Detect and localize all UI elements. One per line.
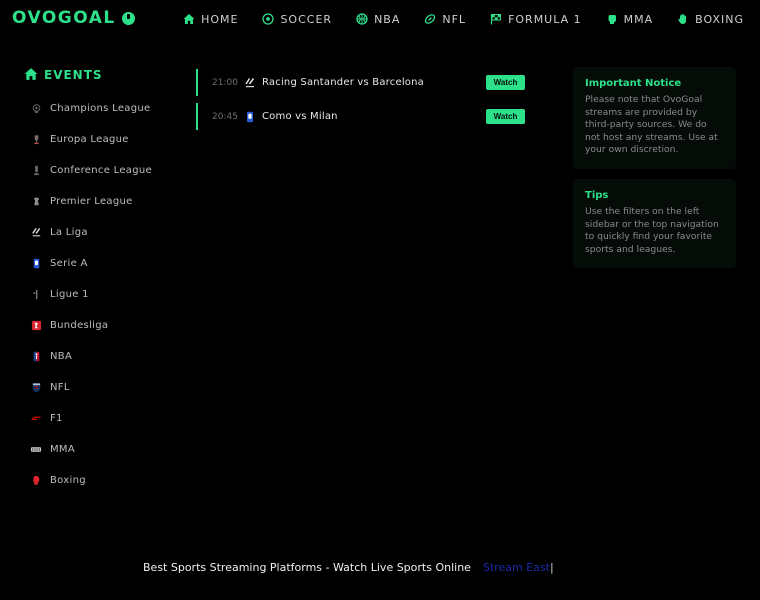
tips-text: Use the filters on the left sidebar or t… (585, 206, 719, 255)
conference-league-icon (30, 165, 42, 177)
la-liga-icon (244, 77, 256, 89)
sidebar-item-label: Boxing (50, 475, 86, 486)
logo-ball-icon (121, 11, 135, 25)
boxing-icon (30, 475, 42, 487)
nav-boxing-label: BOXING (695, 12, 744, 26)
europa-league-icon (30, 134, 42, 146)
event-name: Como vs Milan (262, 111, 338, 122)
watch-button[interactable]: Watch (486, 109, 525, 124)
sidebar-item-bundesliga[interactable]: Bundesliga (24, 310, 184, 341)
football-icon (424, 13, 436, 25)
home-icon (24, 66, 38, 85)
sidebar-item-label: F1 (50, 413, 63, 424)
sidebar-item-label: Conference League (50, 165, 152, 176)
serie-a-icon (244, 111, 256, 123)
sidebar-item-label: NFL (50, 382, 70, 393)
sidebar-item-label: MMA (50, 444, 75, 455)
footer-heading: Best Sports Streaming Platforms - Watch … (143, 561, 471, 574)
sidebar-item-label: Europa League (50, 134, 129, 145)
sidebar-item-label: NBA (50, 351, 73, 362)
sidebar-item-la-liga[interactable]: La Liga (24, 217, 184, 248)
event-time: 20:45 (212, 111, 238, 122)
logo[interactable]: OVOGOAL (12, 8, 135, 28)
mma-icon (30, 444, 42, 456)
important-notice-title: Important Notice (585, 78, 682, 89)
footer-separator: | (549, 561, 554, 574)
sidebar-item-nba[interactable]: NBA (24, 341, 184, 372)
serie-a-icon (30, 258, 42, 270)
sidebar-item-label: Ligue 1 (50, 289, 89, 300)
nav-soccer[interactable]: SOCCER (262, 13, 332, 26)
sidebar-item-conference-league[interactable]: Conference League (24, 155, 184, 186)
sidebar-item-f1[interactable]: F1 (24, 403, 184, 434)
sidebar-item-premier-league[interactable]: Premier League (24, 186, 184, 217)
sidebar-item-champions-league[interactable]: Champions League (24, 93, 184, 124)
sidebar-title: EVENTS (44, 68, 103, 82)
nav-formula-1-label: FORMULA 1 (508, 12, 582, 26)
nba-icon (30, 351, 42, 363)
important-notice-text: Please note that OvoGoal streams are pro… (585, 94, 718, 155)
nav-soccer-label: SOCCER (280, 12, 333, 26)
la-liga-icon (30, 227, 42, 239)
ligue-1-icon (30, 289, 42, 301)
sidebar-item-nfl[interactable]: NFL (24, 372, 184, 403)
f1-icon (30, 413, 42, 425)
nav-nfl-label: NFL (442, 12, 467, 26)
nav-boxing[interactable]: BOXING (677, 13, 744, 26)
sidebar-item-ligue-1[interactable]: Ligue 1 (24, 279, 184, 310)
home-icon (183, 13, 195, 25)
nav-nfl[interactable]: NFL (424, 13, 466, 26)
nav-formula-1[interactable]: FORMULA 1 (490, 13, 582, 26)
fist-icon (606, 13, 618, 25)
event-row[interactable]: 21:00 Racing Santander vs Barcelona Watc… (196, 69, 531, 96)
sidebar-item-label: Premier League (50, 196, 133, 207)
nav-mma[interactable]: MMA (606, 13, 654, 26)
sidebar-item-label: Champions League (50, 103, 151, 114)
sidebar-item-mma[interactable]: MMA (24, 434, 184, 465)
nav-home[interactable]: HOME (183, 13, 238, 26)
top-nav: HOME SOCCER NBA NFL FORMULA 1 MMA BOXING (183, 0, 744, 38)
watch-button[interactable]: Watch (486, 75, 525, 90)
sidebar-item-serie-a[interactable]: Serie A (24, 248, 184, 279)
sidebar: EVENTS Champions League Europa League Co… (24, 66, 184, 496)
soccer-ball-icon (262, 13, 275, 25)
footer-link-stream-east[interactable]: Stream East (483, 561, 550, 574)
nav-home-label: HOME (201, 12, 239, 26)
event-name: Racing Santander vs Barcelona (262, 77, 424, 88)
tips-card: Tips Use the filters on the left sidebar… (573, 179, 736, 268)
sidebar-item-europa-league[interactable]: Europa League (24, 124, 184, 155)
nav-nba[interactable]: NBA (356, 13, 400, 26)
events-list: 21:00 Racing Santander vs Barcelona Watc… (196, 69, 531, 137)
champions-league-icon (30, 103, 42, 115)
event-time: 21:00 (212, 77, 238, 88)
sidebar-item-boxing[interactable]: Boxing (24, 465, 184, 496)
hand-icon (677, 13, 689, 25)
nfl-icon (30, 382, 42, 394)
checkered-flag-icon (490, 13, 502, 25)
bundesliga-icon (30, 320, 42, 332)
tips-title: Tips (585, 190, 609, 201)
premier-league-icon (30, 196, 42, 208)
nav-nba-label: NBA (374, 12, 401, 26)
nav-mma-label: MMA (623, 12, 654, 26)
sidebar-item-label: Serie A (50, 258, 88, 269)
basketball-icon (356, 13, 368, 25)
logo-text: OVOGOAL (12, 8, 116, 28)
footer-text: Best Sports Streaming Platforms - Watch … (143, 561, 554, 574)
header: OVOGOAL HOME SOCCER NBA NFL FORMULA 1 MM… (0, 0, 760, 38)
sidebar-header: EVENTS (24, 66, 184, 84)
important-notice-card: Important Notice Please note that OvoGoa… (573, 67, 736, 169)
sidebar-item-label: Bundesliga (50, 320, 109, 331)
event-row[interactable]: 20:45 Como vs Milan Watch (196, 103, 531, 130)
sidebar-item-label: La Liga (50, 227, 88, 238)
